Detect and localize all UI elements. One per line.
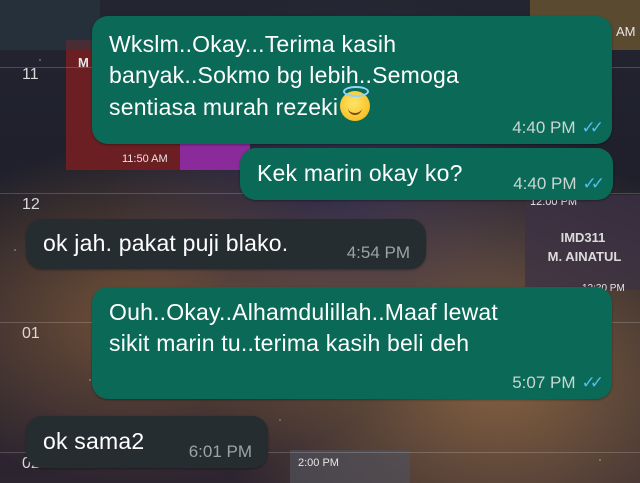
message-bubble-outgoing[interactable]: Ouh..Okay..Alhamdulillah..Maaf lewat sik…	[92, 287, 612, 399]
message-text: ok sama2	[43, 428, 145, 454]
smiling-face-with-halo-emoji	[340, 86, 371, 121]
event-name: M. AINATUL	[547, 249, 622, 264]
message-time: 4:40 PM	[513, 174, 577, 193]
hour-label-12: 12	[22, 196, 40, 213]
message-time: 4:54 PM	[346, 243, 410, 262]
message-text: Wkslm..Okay...Terima kasih banyak..Sokmo…	[109, 31, 459, 120]
message-text: Ouh..Okay..Alhamdulillah..Maaf lewat sik…	[109, 299, 499, 356]
event-time-1150: 11:50 AM	[122, 153, 168, 165]
double-check-icon: ✓✓	[581, 373, 604, 392]
event-code: IMD311	[560, 230, 606, 245]
message-time: 6:01 PM	[188, 442, 252, 461]
hour-label-11: 11	[22, 66, 39, 83]
message-text: Kek marin okay ko?	[257, 160, 463, 186]
message-bubble-incoming[interactable]: ok sama2 6:01 PM	[26, 416, 268, 468]
event-time-200: 2:00 PM	[298, 457, 339, 469]
message-time: 4:40 PM	[512, 118, 576, 137]
message-time: 5:07 PM	[512, 373, 576, 392]
event-letter-left: M	[78, 55, 89, 70]
double-check-icon: ✓✓	[581, 118, 604, 137]
message-text: ok jah. pakat puji blako.	[43, 230, 289, 256]
header-event-block	[0, 0, 100, 50]
double-check-icon: ✓✓	[582, 174, 605, 193]
message-bubble-outgoing[interactable]: Kek marin okay ko? 4:40 PM ✓✓	[240, 148, 613, 200]
event-time-top-right: AM	[616, 24, 636, 39]
message-bubble-incoming[interactable]: ok jah. pakat puji blako. 4:54 PM	[26, 219, 426, 269]
hour-label-01: 01	[22, 325, 40, 342]
message-bubble-outgoing[interactable]: Wkslm..Okay...Terima kasih banyak..Sokmo…	[92, 16, 612, 144]
